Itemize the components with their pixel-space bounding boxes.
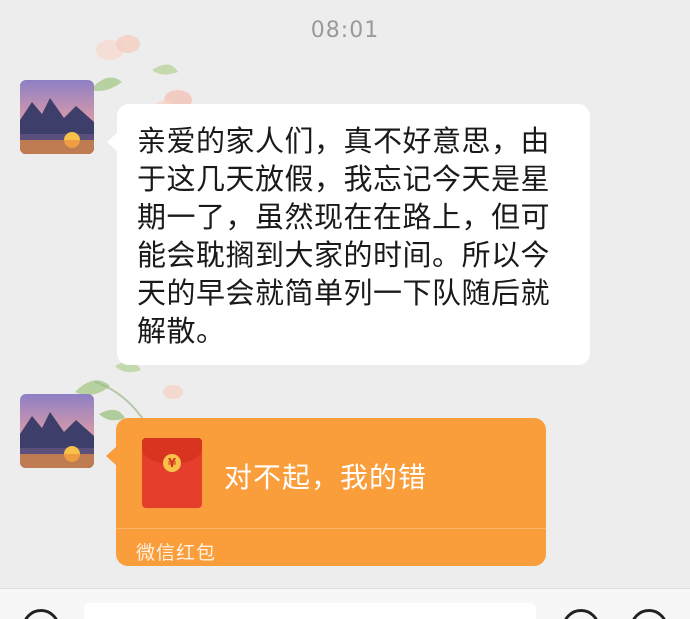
red-packet-message[interactable]: ¥ 对不起，我的错 微信红包 (106, 418, 546, 566)
divider (116, 528, 546, 529)
avatar[interactable] (20, 394, 94, 468)
bubble-tail (107, 132, 118, 152)
message-line: 于这几天放假，我忘记今天是星 (137, 162, 551, 196)
message-line: 能会耽搁到大家的时间。所以今 (137, 238, 551, 272)
red-packet-label: 微信红包 (136, 542, 217, 564)
coin-icon: ¥ (163, 454, 181, 472)
message-line: 亲爱的家人们，真不好意思，由 (137, 124, 551, 158)
message-line: 天的早会就简单列一下队随后就 (137, 276, 551, 310)
red-envelope-icon: ¥ (142, 438, 202, 508)
landscape-avatar-icon (20, 394, 94, 468)
message-bubble[interactable]: 亲爱的家人们，真不好意思，由 于这几天放假，我忘记今天是星 期一了，虽然现在在路… (107, 104, 590, 365)
bubble-tail (106, 446, 117, 466)
red-packet-title: 对不起，我的错 (224, 461, 428, 494)
message-line: 解散。 (137, 314, 226, 348)
plus-icon[interactable] (630, 609, 668, 619)
timestamp: 08:01 (310, 18, 380, 43)
landscape-avatar-icon (20, 80, 94, 154)
message-input[interactable] (84, 603, 536, 619)
avatar[interactable] (20, 80, 94, 154)
emoji-icon[interactable] (562, 609, 600, 619)
chat-input-bar (0, 588, 690, 619)
message-line: 期一了，虽然现在在路上，但可 (137, 200, 551, 234)
voice-icon[interactable] (22, 609, 60, 619)
